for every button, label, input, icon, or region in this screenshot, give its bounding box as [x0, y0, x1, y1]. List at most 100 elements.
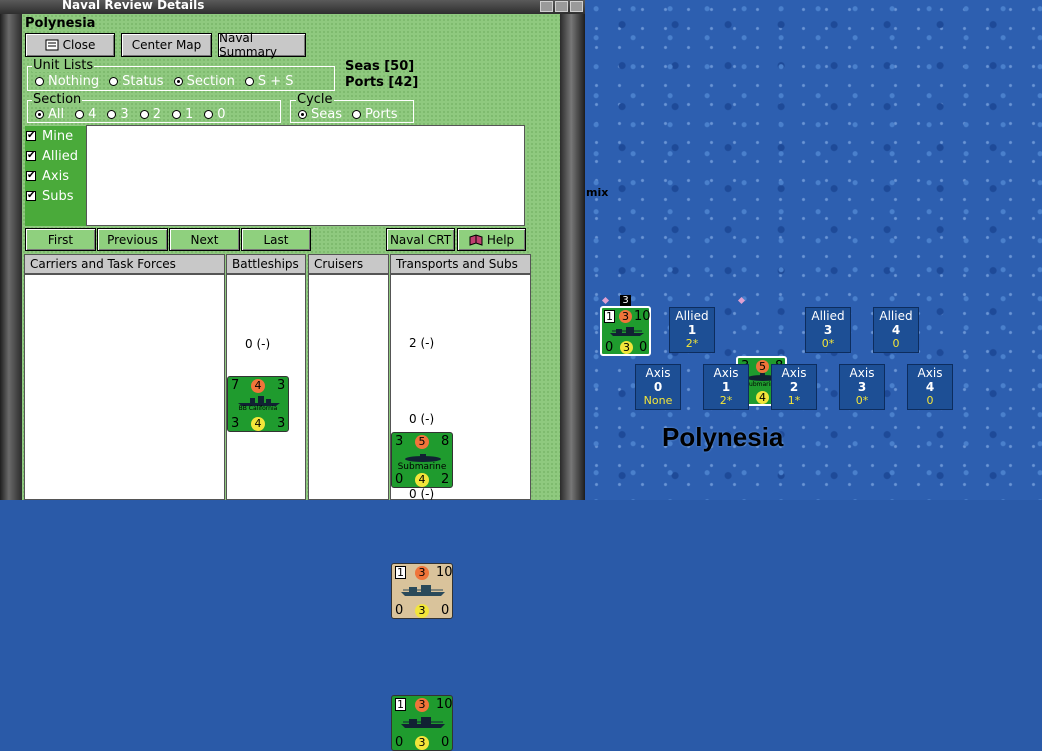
first-button[interactable]: First: [25, 228, 96, 251]
next-button[interactable]: Next: [169, 228, 240, 251]
radio-section-all[interactable]: All: [35, 107, 64, 122]
ports-count: Ports [42]: [345, 75, 419, 90]
filter-axis[interactable]: ✔ Axis: [26, 166, 78, 186]
radio-s-plus-s[interactable]: S + S: [244, 74, 294, 89]
window-scrollbar[interactable]: [560, 14, 585, 500]
seas-count: Seas [50]: [345, 59, 415, 74]
radio-label: 2: [152, 107, 161, 122]
counter-tl: 3: [395, 434, 404, 449]
allied-section-box[interactable]: Allied 4 0: [873, 307, 919, 353]
box-value: 0*: [855, 394, 869, 407]
cruisers-column[interactable]: [308, 274, 389, 500]
filter-allied[interactable]: ✔ Allied: [26, 146, 78, 166]
carriers-column[interactable]: [24, 274, 225, 500]
box-section: 2: [789, 380, 799, 394]
box-section: 4: [891, 323, 901, 337]
radio-label: S + S: [257, 74, 294, 89]
radio-label: 1: [184, 107, 194, 122]
transport-counter[interactable]: 1 3 10 0 3 0: [391, 563, 453, 619]
help-button[interactable]: Help: [457, 228, 526, 251]
box-side: Axis: [781, 366, 807, 380]
radio-dot-icon: [298, 110, 307, 119]
map-ship-counter[interactable]: 1 3 10 0 3 0: [600, 306, 651, 356]
counter-tl: 1: [395, 566, 406, 579]
axis-section-box[interactable]: Axis 1 2*: [703, 364, 749, 410]
counter-tl: 7: [231, 378, 240, 393]
radio-dot-icon: [244, 77, 254, 86]
column-header-cruisers[interactable]: Cruisers: [308, 254, 389, 274]
title-bar[interactable]: Naval Review Details: [0, 0, 585, 14]
transport-ship-icon: [401, 717, 445, 728]
radio-section-1[interactable]: 1: [171, 107, 194, 122]
naval-summary-button[interactable]: Naval Summary: [218, 31, 306, 59]
counter-bl: 3: [231, 416, 240, 431]
close-button[interactable]: Close: [25, 33, 115, 57]
box-side: Axis: [645, 366, 671, 380]
radio-cycle-seas[interactable]: Seas: [298, 107, 342, 122]
radio-label: Nothing: [48, 74, 100, 89]
box-side: Axis: [917, 366, 943, 380]
radio-status[interactable]: Status: [109, 74, 164, 89]
help-book-icon: [469, 233, 483, 246]
radio-dot-icon: [35, 77, 44, 86]
transport-ship-icon: [401, 585, 445, 596]
counter-tr: 10: [436, 697, 453, 712]
box-section: 4: [925, 380, 935, 394]
radio-dot-icon: [35, 110, 44, 119]
unit-status: 0 (-): [409, 412, 435, 426]
close-window-button[interactable]: [570, 1, 583, 12]
column-header-transports[interactable]: Transports and Subs: [390, 254, 531, 274]
axis-section-box[interactable]: Axis 4 0: [907, 364, 953, 410]
previous-button[interactable]: Previous: [97, 228, 168, 251]
radio-section-2[interactable]: 2: [139, 107, 161, 122]
unit-list-box[interactable]: [86, 125, 525, 226]
box-value: 0: [926, 394, 934, 407]
column-header-battleships[interactable]: Battleships: [226, 254, 306, 274]
counter-br: 3: [277, 416, 286, 431]
counter-bl: 0: [395, 735, 404, 750]
box-side: Allied: [879, 309, 913, 323]
radio-section[interactable]: Section: [173, 74, 235, 89]
counter-tr: 8: [441, 434, 450, 449]
allied-section-box[interactable]: Allied 3 0*: [805, 307, 851, 353]
radio-cycle-ports[interactable]: Ports: [352, 107, 398, 122]
last-button[interactable]: Last: [241, 228, 311, 251]
minimize-button[interactable]: [540, 1, 553, 12]
filter-subs[interactable]: ✔ Subs: [26, 186, 78, 206]
radio-label: Ports: [365, 107, 398, 122]
sea-area-name: Polynesia: [662, 422, 784, 452]
sea-map[interactable]: [585, 0, 1042, 500]
transport-counter[interactable]: 1 3 10 0 3 0: [391, 695, 453, 751]
counter-tc: 3: [415, 698, 429, 712]
filter-mine[interactable]: ✔ Mine: [26, 126, 78, 146]
radio-dot-icon: [173, 77, 183, 86]
center-map-button[interactable]: Center Map: [121, 33, 212, 57]
battleship-counter[interactable]: 7 4 3 BB California 3 4 3: [227, 376, 289, 432]
counter-tc: 5: [415, 435, 429, 449]
radio-nothing[interactable]: Nothing: [35, 74, 99, 89]
axis-section-box[interactable]: Axis 2 1*: [771, 364, 817, 410]
maximize-button[interactable]: [555, 1, 568, 12]
counter-bc: 4: [415, 473, 429, 487]
radio-section-0[interactable]: 0: [204, 107, 226, 122]
help-label: Help: [486, 232, 515, 247]
box-section: 0: [653, 380, 663, 394]
radio-label: Section: [186, 74, 235, 89]
section-legend: Section: [32, 92, 83, 107]
naval-crt-button[interactable]: Naval CRT: [386, 228, 455, 251]
box-side: Axis: [713, 366, 739, 380]
axis-section-box[interactable]: Axis 0 None: [635, 364, 681, 410]
column-header-carriers[interactable]: Carriers and Task Forces: [24, 254, 225, 274]
radio-dot-icon: [139, 110, 149, 119]
box-section: 1: [721, 380, 731, 394]
axis-section-box[interactable]: Axis 3 0*: [839, 364, 885, 410]
radio-section-3[interactable]: 3: [107, 107, 129, 122]
radio-label: Status: [122, 74, 164, 89]
counter-tc: 4: [251, 379, 265, 393]
counter-attack: 1: [604, 310, 615, 323]
allied-section-box[interactable]: Allied 1 2*: [669, 307, 715, 353]
window-title: Naval Review Details: [62, 0, 205, 12]
radio-section-4[interactable]: 4: [75, 107, 96, 122]
box-side: Allied: [811, 309, 845, 323]
submarine-counter[interactable]: 3 5 8 Submarine 0 4 2: [391, 432, 453, 488]
